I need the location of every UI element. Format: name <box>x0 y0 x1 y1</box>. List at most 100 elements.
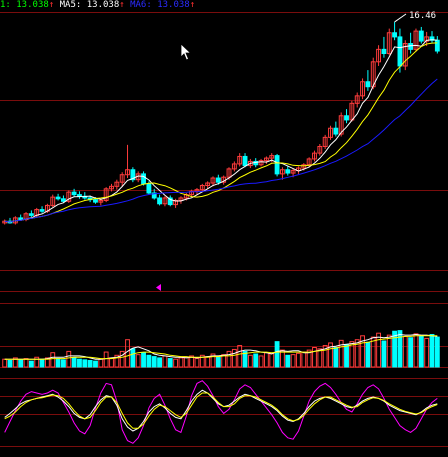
legend-value-ma5: 13.038 <box>86 0 120 10</box>
volume-bar-up <box>312 347 317 368</box>
candlestick-series <box>2 21 440 225</box>
volume-bar-up <box>173 358 179 368</box>
candle-down <box>285 169 291 174</box>
indicator-legend: 1: 13.038↑ MA5: 13.038↑ MA6: 13.038↑ <box>0 0 195 11</box>
candle-down <box>146 183 152 194</box>
volume-bar-down <box>77 358 82 368</box>
volume-bar-up <box>66 350 72 368</box>
volume-bar-up <box>183 356 189 368</box>
grid-lines <box>0 12 448 447</box>
volume-bar-up <box>2 358 8 368</box>
volume-bar-down <box>130 348 136 368</box>
volume-bar-up <box>290 354 296 368</box>
volume-bar-up <box>205 356 211 368</box>
volume-bar-up <box>269 352 275 368</box>
price-moving-averages <box>4 39 438 223</box>
volume-bar-up <box>263 352 269 368</box>
stock-chart: 16.46 <box>0 11 448 447</box>
volume-bar-up <box>50 352 56 368</box>
candle-down <box>71 191 77 196</box>
volume-bar-up <box>386 334 392 368</box>
volume-bar-up <box>226 350 232 368</box>
volume-bar-down <box>167 358 173 368</box>
volume-bar-up <box>301 351 307 368</box>
volume-bar-up <box>103 351 109 368</box>
arrow-up-icon: ↑ <box>189 0 196 10</box>
volume-bar-down <box>365 341 371 368</box>
volume-bar-down <box>344 344 349 368</box>
osc-fast-line <box>4 380 438 444</box>
candle-down <box>418 30 424 42</box>
volume-bar-down <box>253 353 259 368</box>
volume-bar-down <box>429 334 435 368</box>
volume-bar-down <box>157 357 162 368</box>
volume-bar-up <box>237 345 243 368</box>
ma5-line <box>4 39 438 223</box>
volume-bar-down <box>87 360 93 368</box>
candle-down <box>18 217 24 221</box>
legend-label-ma5: MA5: <box>59 0 82 10</box>
volume-bars <box>2 330 440 368</box>
volume-bar-down <box>397 330 403 368</box>
volume-bar-down <box>274 341 280 368</box>
legend-value-ma6: 13.038 <box>157 0 190 10</box>
ma10-line <box>4 42 438 223</box>
volume-bar-down <box>381 340 387 368</box>
candle-down <box>28 213 34 216</box>
volume-bar-up <box>109 357 114 368</box>
volume-bar-up <box>231 348 237 368</box>
candle-down <box>365 81 371 88</box>
volume-bar-down <box>333 347 339 368</box>
candle-down <box>215 177 221 183</box>
volume-bar-up <box>296 352 301 368</box>
candle-down <box>39 209 45 212</box>
candle-down <box>141 173 146 185</box>
volume-bar-up <box>178 357 184 368</box>
volume-bar-up <box>317 348 323 368</box>
volume-bar-down <box>146 354 152 368</box>
volume-bar-up <box>194 358 200 368</box>
volume-bar-down <box>71 357 77 368</box>
candle-down <box>242 155 248 167</box>
candle-down <box>55 196 61 200</box>
candle-down <box>344 115 349 121</box>
volume-bar-up <box>247 354 253 368</box>
candle-down <box>408 43 414 50</box>
candle-down <box>93 199 98 203</box>
volume-bar-up <box>424 337 430 368</box>
legend-label-1: 1: <box>0 0 11 10</box>
volume-bar-up <box>413 333 419 368</box>
volume-bar-up <box>23 358 29 368</box>
volume-bar-down <box>93 360 98 368</box>
volume-bar-down <box>285 354 291 368</box>
candle-down <box>397 36 403 67</box>
volume-bar-up <box>135 354 141 368</box>
candle-down <box>392 32 398 38</box>
volume-bar-down <box>7 360 13 368</box>
volume-bar-down <box>18 359 24 368</box>
volume-bar-down <box>141 352 146 368</box>
volume-bar-down <box>418 335 424 368</box>
volume-bar-up <box>402 335 408 368</box>
high-price-label: 16.46 <box>409 11 436 21</box>
volume-bar-up <box>98 358 104 368</box>
candle-down <box>77 194 82 197</box>
volume-bar-down <box>82 359 88 368</box>
volume-bar-up <box>162 355 168 368</box>
arrow-up-icon: ↑ <box>48 0 55 10</box>
volume-bar-up <box>376 332 381 368</box>
candle-down <box>274 155 280 175</box>
volume-bar-up <box>280 349 285 368</box>
high-price-pointer <box>394 13 407 23</box>
mouse-cursor-icon <box>180 43 192 61</box>
volume-bar-down <box>434 336 440 368</box>
arrow-up-icon: ↑ <box>119 0 125 10</box>
oscillator-lines <box>4 380 438 444</box>
candle-down <box>61 198 66 202</box>
legend-label-ma6: MA6: <box>130 0 152 10</box>
volume-bar-up <box>258 355 264 368</box>
time-marker <box>156 284 161 291</box>
volume-bar-down <box>215 356 221 368</box>
candle-down <box>434 39 440 52</box>
volume-bar-down <box>55 358 61 368</box>
